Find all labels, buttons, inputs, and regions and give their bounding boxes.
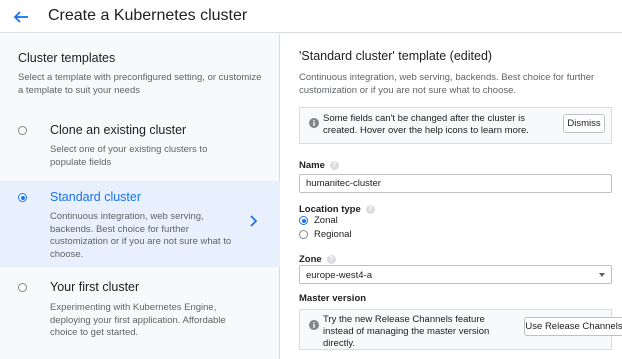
form-title: 'Standard cluster' template (edited) — [299, 49, 493, 63]
template-description: Select one of your existing clusters to … — [50, 144, 208, 168]
cluster-name-input[interactable] — [299, 174, 612, 193]
template-name: Standard cluster — [50, 190, 142, 204]
chevron-right-icon — [248, 214, 260, 228]
page-title: Create a Kubernetes cluster — [48, 7, 248, 24]
form-description: Continuous integration, web serving, bac… — [299, 72, 595, 96]
top-bar: Create a Kubernetes cluster — [0, 0, 622, 33]
radio-unselected[interactable] — [299, 230, 308, 239]
zone-label: Zone? — [299, 254, 336, 265]
template-description: Continuous integration, web serving, bac… — [50, 211, 232, 260]
zone-label-text: Zone — [299, 254, 322, 265]
option-label: Zonal — [314, 215, 338, 226]
template-standard-cluster[interactable]: Standard cluster Continuous integration,… — [0, 181, 280, 267]
zone-select[interactable]: europe-west4-a — [299, 265, 612, 284]
option-label: Regional — [314, 229, 352, 240]
templates-heading: Cluster templates — [18, 51, 116, 65]
fields-notice: Some fields can't be changed after the c… — [299, 107, 612, 144]
help-icon[interactable]: ? — [326, 254, 336, 264]
help-icon[interactable]: ? — [365, 204, 375, 214]
release-channels-notice: Try the new Release Channels feature ins… — [299, 309, 622, 350]
info-icon — [309, 115, 319, 128]
template-name: Your first cluster — [50, 280, 140, 294]
template-first-cluster[interactable]: Your first cluster Experimenting with Ku… — [0, 271, 280, 357]
location-type-label-text: Location type — [299, 204, 361, 215]
notice-text: Try the new Release Channels feature ins… — [323, 314, 490, 349]
back-arrow-icon[interactable] — [10, 6, 32, 28]
notice-text: Some fields can't be changed after the c… — [323, 113, 529, 136]
location-type-label: Location type? — [299, 204, 375, 215]
cluster-templates-panel: Cluster templates Select a template with… — [0, 34, 280, 359]
radio-selected[interactable] — [299, 216, 308, 225]
dismiss-button[interactable]: Dismiss — [563, 114, 605, 133]
template-clone-existing[interactable]: Clone an existing cluster Select one of … — [0, 115, 280, 177]
use-release-channels-button[interactable]: Use Release Channels — [524, 317, 622, 336]
name-label: Name? — [299, 160, 339, 171]
zone-select-value: europe-west4-a — [306, 270, 373, 281]
dropdown-caret-icon — [599, 273, 605, 277]
master-version-label: Master version — [299, 293, 367, 304]
radio-selected[interactable] — [18, 193, 27, 202]
template-name: Clone an existing cluster — [50, 123, 187, 137]
template-description: Experimenting with Kubernetes Engine, de… — [50, 302, 226, 338]
template-form-panel: 'Standard cluster' template (edited) Con… — [281, 34, 622, 359]
name-label-text: Name — [299, 160, 325, 171]
templates-description: Select a template with preconfigured set… — [18, 72, 262, 96]
help-icon[interactable]: ? — [329, 160, 339, 170]
info-icon — [309, 317, 319, 330]
radio-unselected[interactable] — [18, 126, 27, 135]
radio-unselected[interactable] — [18, 283, 27, 292]
